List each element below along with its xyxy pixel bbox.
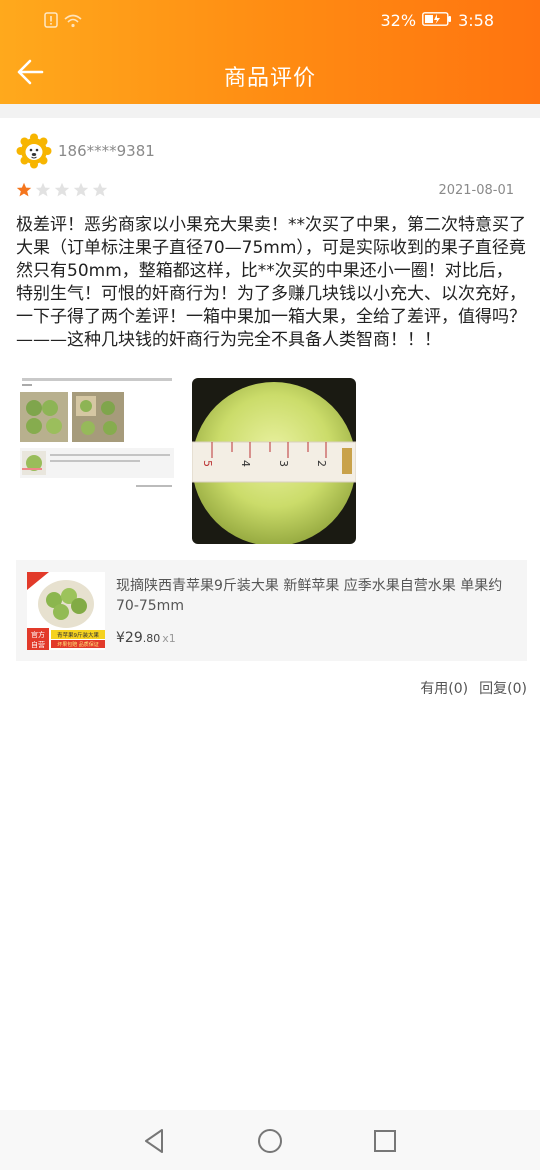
square-recents-icon: [374, 1130, 396, 1152]
thumb-badge-self: 自营: [31, 640, 45, 649]
review-photo-apple-measure[interactable]: 5 4 3 2: [192, 378, 356, 544]
star-empty-icon: [54, 182, 70, 197]
reply-button[interactable]: 回复(0): [479, 678, 527, 698]
battery-percent: 32%: [380, 11, 417, 30]
product-title: 现摘陕西青苹果9斤装大果 新鲜苹果 应季水果自营水果 单果约70-75mm: [116, 578, 503, 614]
circle-home-icon: [258, 1129, 282, 1153]
star-empty-icon: [73, 182, 89, 197]
review-actions: 有用(0) 回复(0): [420, 678, 527, 698]
rating-stars: [16, 182, 108, 198]
review-photo-order-screenshot[interactable]: [16, 378, 180, 544]
wifi-icon: [64, 13, 82, 32]
avatar: [16, 133, 52, 169]
triangle-back-icon: [145, 1129, 163, 1153]
nav-home-button[interactable]: [255, 1126, 285, 1156]
svg-text:3: 3: [277, 460, 290, 467]
nav-back-button[interactable]: [140, 1126, 170, 1156]
star-empty-icon: [35, 182, 51, 197]
review-text: 极差评！恶劣商家以小果充大果卖！**次买了中果，第二次特意买了大果（订单标注果子…: [16, 215, 526, 350]
svg-text:5: 5: [201, 460, 214, 467]
app-header: 32% 3:58 商品评价: [0, 0, 540, 104]
clock: 3:58: [458, 11, 494, 30]
status-bar: 32% 3:58: [0, 0, 540, 44]
thumb-sub: 坏果包赔 品质保证: [57, 641, 99, 648]
review-date: 2021-08-01: [438, 183, 514, 198]
nav-recents-button[interactable]: [370, 1126, 400, 1156]
svg-text:4: 4: [239, 460, 252, 467]
title-bar: 商品评价: [0, 50, 540, 98]
price-main: ¥29: [116, 630, 143, 646]
star-empty-icon: [92, 182, 108, 197]
page-title: 商品评价: [223, 66, 316, 91]
battery-icon: [422, 11, 452, 30]
reviewer-username: 186****9381: [58, 142, 155, 160]
section-divider: [0, 104, 540, 118]
star-filled-icon: [16, 182, 32, 197]
thumb-banner: 青苹果9斤装大果: [57, 631, 99, 639]
review-photos: 5 4 3 2: [16, 378, 356, 544]
reviewer-info: 186****9381: [16, 132, 155, 170]
useful-button[interactable]: 有用(0): [420, 678, 468, 698]
thumb-badge-official: 官方: [31, 630, 45, 639]
svg-text:2: 2: [315, 460, 328, 467]
product-card[interactable]: 官方 自营 青苹果9斤装大果 坏果包赔 品质保证 现摘陕西青苹果9斤装大果 新鲜…: [16, 560, 527, 661]
sim-alert-icon: [44, 12, 58, 32]
system-nav-bar: [0, 1110, 540, 1170]
product-price: ¥29.80 x1: [116, 630, 176, 646]
product-thumbnail: 官方 自营 青苹果9斤装大果 坏果包赔 品质保证: [27, 572, 105, 650]
price-cents: .80: [142, 632, 161, 645]
product-quantity: x1: [162, 632, 176, 645]
